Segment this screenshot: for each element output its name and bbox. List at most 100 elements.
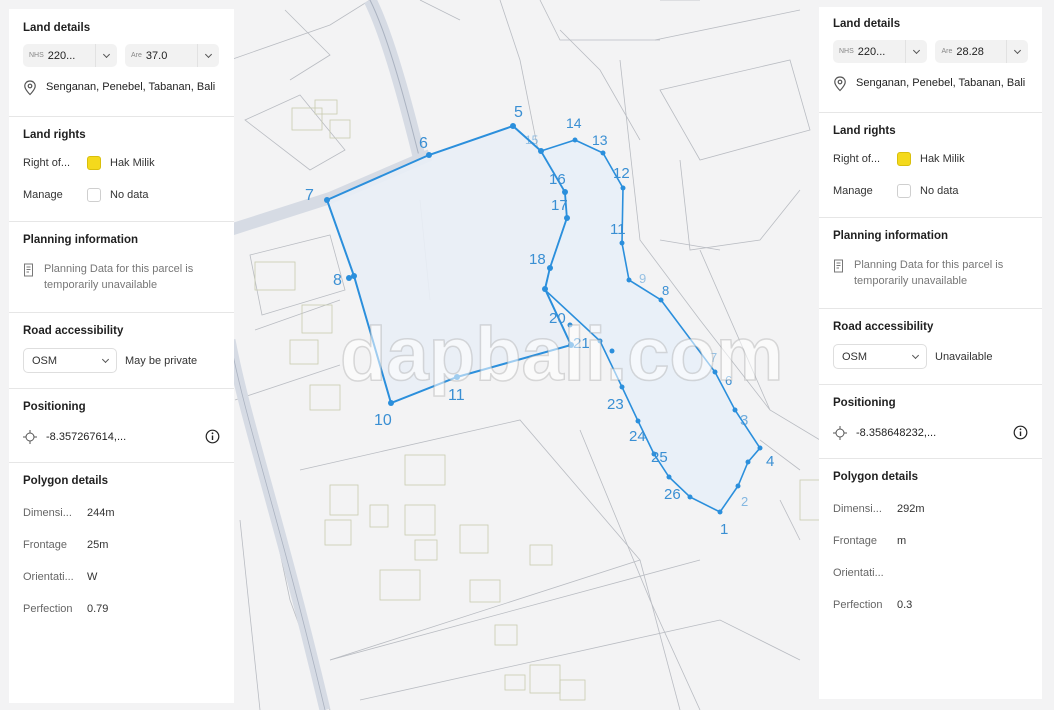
svg-text:25: 25: [651, 449, 668, 466]
chevron-down-icon[interactable]: [95, 44, 117, 67]
area-value: 28.28: [956, 45, 984, 58]
status-swatch: [87, 188, 101, 202]
nhs-prefix: NHS: [29, 52, 44, 59]
planning-note-text: Planning Data for this parcel is tempora…: [44, 263, 194, 291]
address: Senganan, Penebel, Tabanan, Bali: [23, 79, 220, 96]
nhs-value: 220...: [47, 49, 76, 62]
document-icon: [24, 263, 33, 277]
frontage-value: 25m: [87, 539, 109, 551]
svg-text:14: 14: [566, 115, 582, 131]
land-rights-section: Land rights Right of... Hak Milik Manage…: [819, 113, 1042, 218]
nhs-prefix: NHS: [839, 48, 854, 55]
svg-text:16: 16: [549, 171, 566, 188]
svg-text:7: 7: [305, 187, 314, 204]
section-title: Polygon details: [23, 475, 108, 487]
polygon-details-section: Polygon details Dimensi... 244m Frontage…: [9, 463, 234, 627]
planning-section: Planning information Planning Data for t…: [819, 218, 1042, 309]
orientation-label: Orientati...: [23, 571, 74, 583]
area-prefix: Are: [131, 52, 142, 59]
area-prefix: Are: [941, 48, 953, 55]
info-icon[interactable]: [205, 429, 220, 444]
status-swatch: [897, 152, 911, 166]
planning-section: Planning information Planning Data for t…: [9, 222, 234, 313]
polygon-details-section: Polygon details Dimensi... 292m Frontage…: [819, 459, 1042, 623]
nhs-value: 220...: [857, 45, 886, 58]
area-value: 37.0: [145, 49, 168, 62]
road-accessibility-section: Road accessibility OSM May be private: [9, 313, 234, 389]
watermark-text: dapbali.com: [340, 312, 783, 397]
frontage-value: m: [897, 535, 907, 547]
frontage-label: Frontage: [833, 535, 878, 547]
dimension-value: 244m: [87, 507, 115, 519]
land-details-section: Land details NHS 220... Are 28.28 Sengan…: [819, 7, 1042, 113]
perfection-value: 0.3: [897, 599, 913, 611]
svg-text:9: 9: [639, 271, 646, 286]
land-details-section: Land details NHS 220... Are 37.0 Sengana…: [9, 9, 234, 117]
dimension-value: 292m: [897, 503, 925, 515]
location-pin-icon: [834, 76, 846, 92]
chevron-down-icon: [101, 355, 110, 363]
svg-text:11: 11: [610, 221, 626, 238]
chevron-down-icon: [911, 351, 920, 359]
left-parcel-panel: Land details NHS 220... Are 37.0 Sengana…: [9, 9, 234, 703]
location-pin-icon: [24, 80, 36, 96]
svg-text:8: 8: [662, 283, 669, 298]
svg-text:2: 2: [741, 494, 748, 509]
dimension-label: Dimensi...: [833, 503, 882, 515]
info-icon[interactable]: [1013, 425, 1028, 440]
nhs-select[interactable]: NHS 220...: [23, 44, 117, 67]
chevron-down-icon[interactable]: [1006, 40, 1028, 63]
perfection-label: Perfection: [833, 599, 883, 611]
status-swatch: [897, 184, 911, 198]
land-rights-section: Land rights Right of... Hak Milik Manage…: [9, 117, 234, 222]
document-icon: [834, 259, 843, 273]
svg-text:18: 18: [529, 251, 546, 268]
right-parcel-panel: Land details NHS 220... Are 28.28 Sengan…: [819, 7, 1042, 699]
address-text: Senganan, Penebel, Tabanan, Bali: [856, 77, 1026, 89]
road-status: Unavailable: [935, 350, 993, 363]
road-status: May be private: [125, 354, 198, 367]
orientation-value: W: [87, 571, 98, 583]
crosshair-icon: [23, 429, 37, 444]
section-title: Road accessibility: [23, 325, 124, 337]
coordinates-value: -8.357267614,...: [46, 430, 127, 443]
road-accessibility-section: Road accessibility OSM Unavailable: [819, 309, 1042, 385]
svg-text:26: 26: [664, 486, 681, 503]
area-select[interactable]: Are 28.28: [935, 40, 1028, 63]
right-of-value: Hak Milik: [920, 153, 965, 165]
svg-text:1: 1: [720, 521, 728, 538]
status-swatch: [87, 156, 101, 170]
section-title: Polygon details: [833, 471, 918, 483]
section-title: Road accessibility: [833, 321, 934, 333]
manage-label: Manage: [23, 189, 63, 201]
svg-text:10: 10: [374, 412, 392, 429]
section-title: Planning information: [23, 234, 138, 246]
chevron-down-icon[interactable]: [197, 44, 219, 67]
road-source-select[interactable]: OSM: [23, 348, 117, 373]
right-of-label: Right of...: [23, 157, 71, 169]
nhs-select[interactable]: NHS 220...: [833, 40, 928, 63]
svg-text:12: 12: [613, 165, 630, 182]
perfection-label: Perfection: [23, 603, 73, 615]
svg-text:8: 8: [333, 272, 342, 289]
planning-note: Planning Data for this parcel is tempora…: [23, 261, 220, 293]
svg-text:6: 6: [419, 135, 428, 152]
frontage-label: Frontage: [23, 539, 68, 551]
positioning-section: Positioning -8.357267614,...: [9, 389, 234, 463]
perfection-value: 0.79: [87, 603, 109, 615]
svg-text:24: 24: [629, 428, 646, 445]
address-text: Senganan, Penebel, Tabanan, Bali: [46, 81, 216, 93]
manage-value: No data: [110, 189, 149, 201]
svg-text:13: 13: [592, 132, 608, 148]
address: Senganan, Penebel, Tabanan, Bali: [833, 75, 1028, 92]
section-title: Land details: [833, 18, 901, 30]
section-title: Land rights: [23, 129, 86, 141]
chevron-down-icon[interactable]: [905, 40, 927, 63]
area-select[interactable]: Are 37.0: [125, 44, 219, 67]
section-title: Land rights: [833, 125, 896, 137]
svg-text:17: 17: [551, 197, 568, 214]
road-source-select[interactable]: OSM: [833, 344, 927, 369]
svg-text:5: 5: [514, 104, 523, 121]
dimension-label: Dimensi...: [23, 507, 72, 519]
svg-text:15: 15: [525, 133, 539, 147]
